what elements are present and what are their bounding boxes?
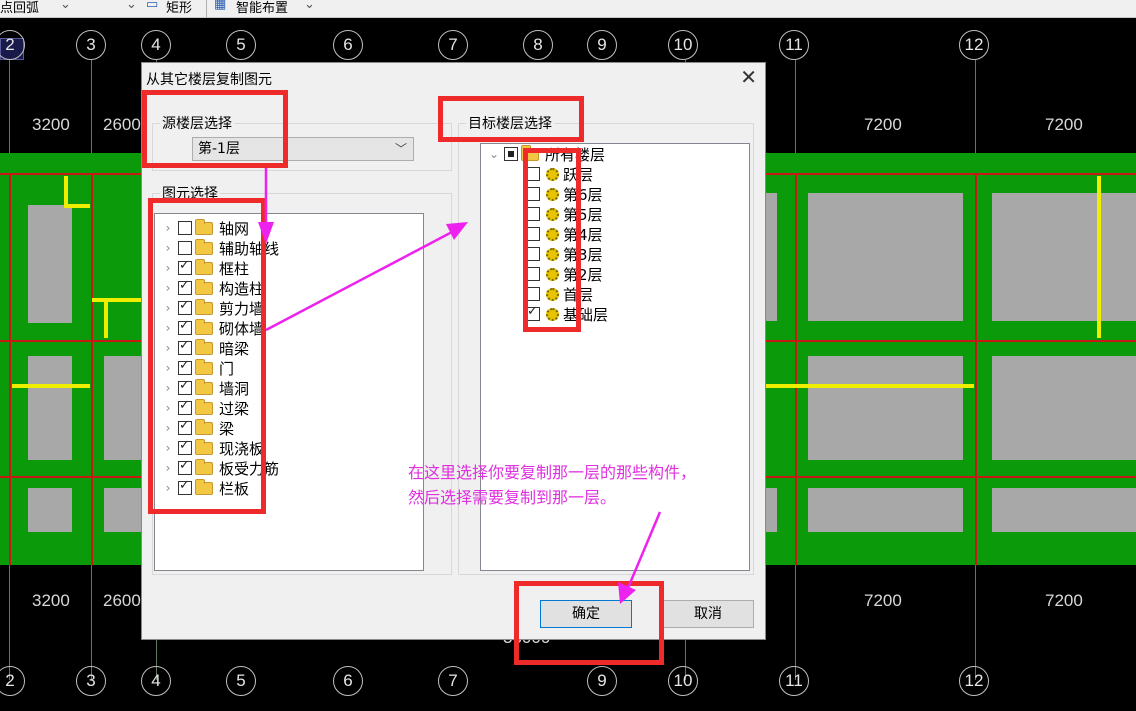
annotation-arrows (258, 168, 662, 604)
annotation-line-2: 然后选择需要复制到那一层。 (408, 488, 617, 507)
annotation-line-1: 在这里选择你要复制那一层的那些构件， (408, 463, 697, 482)
